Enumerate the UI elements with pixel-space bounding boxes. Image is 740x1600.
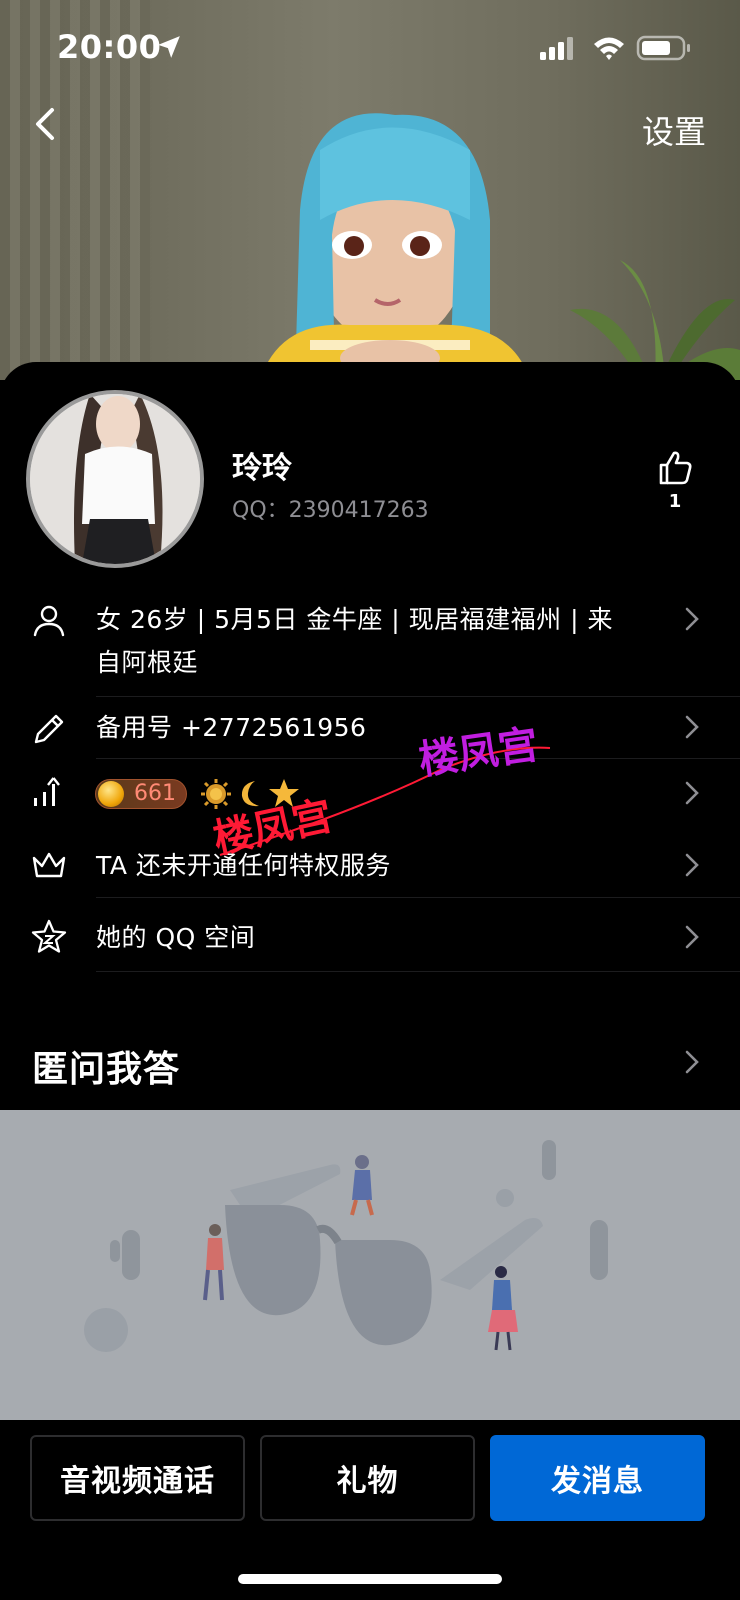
chevron-right-icon [685, 925, 699, 949]
qq-level-badge: 661 [95, 779, 187, 809]
gift-button[interactable]: 礼物 [260, 1435, 475, 1521]
status-time: 20:00 [57, 28, 162, 66]
avatar-photo-image [30, 394, 200, 564]
chevron-right-icon [685, 607, 699, 631]
basic-info-line1: 女 26岁 | 5月5日 金牛座 | 现居福建福州 | 来 [96, 605, 613, 634]
qzone-text: 她的 QQ 空间 [96, 923, 256, 952]
cellular-signal-icon [540, 37, 573, 60]
cover-3d-avatar-image [260, 113, 530, 380]
chevron-right-icon [685, 853, 699, 877]
back-chevron-icon[interactable] [24, 100, 68, 148]
av-call-button[interactable]: 音视频通话 [30, 1435, 245, 1521]
chevron-right-icon [685, 781, 699, 805]
like-count: 1 [668, 491, 682, 512]
row-divider [96, 897, 740, 898]
section-title: 匿问我答 [32, 1049, 181, 1090]
basic-info-line2: 自阿根廷 [96, 648, 199, 677]
cover-plant-image [570, 260, 740, 380]
chevron-right-icon [685, 1050, 699, 1074]
status-bar: 20:00 [0, 0, 740, 96]
thumbs-up-icon[interactable] [655, 448, 695, 488]
wifi-icon [594, 37, 624, 60]
home-indicator[interactable] [238, 1574, 502, 1584]
battery-icon [636, 35, 690, 61]
qzone-star-icon [31, 919, 67, 953]
profile-qq-number: QQ：2390417263 [232, 498, 429, 523]
profile-cover[interactable]: 20:00 设置 [0, 0, 740, 380]
level-bars-icon [34, 777, 60, 806]
send-message-button[interactable]: 发消息 [490, 1435, 705, 1521]
empty-state-illustration [0, 1110, 740, 1420]
profile-nickname: 玲玲 [232, 451, 292, 486]
row-divider [96, 696, 740, 697]
glasses-people-illustration [0, 1110, 740, 1420]
crown-icon [32, 852, 66, 878]
level-number: 661 [134, 781, 176, 806]
settings-button[interactable]: 设置 [642, 107, 706, 153]
chevron-right-icon [685, 715, 699, 739]
qzone-row[interactable]: 她的 QQ 空间 [0, 916, 740, 962]
location-arrow-icon [158, 36, 180, 58]
basic-info-row[interactable]: 女 26岁 | 5月5日 金牛座 | 现居福建福州 | 来 自阿根廷 [0, 598, 740, 684]
level-coin-icon [98, 781, 124, 807]
pencil-icon [34, 714, 64, 744]
row-divider [96, 971, 740, 972]
profile-avatar[interactable] [26, 390, 204, 568]
person-icon [33, 605, 65, 637]
